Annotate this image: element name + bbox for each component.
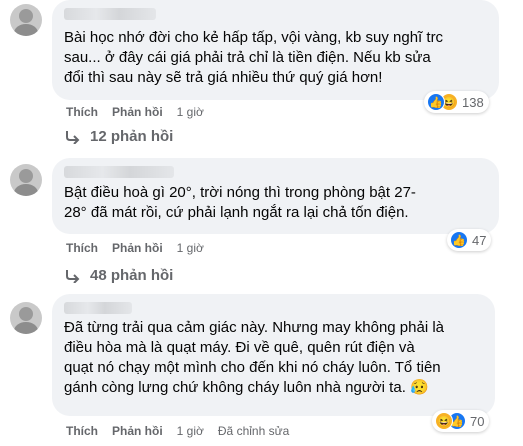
view-replies-button[interactable]: 48 phản hồi xyxy=(64,267,173,284)
avatar[interactable] xyxy=(10,302,42,334)
replies-label: 48 phản hồi xyxy=(90,267,174,284)
reaction-count: 138 xyxy=(462,94,484,110)
blurred-author-name[interactable] xyxy=(64,302,132,314)
blurred-author-name[interactable] xyxy=(64,8,156,20)
haha-icon: 😆 xyxy=(435,412,453,430)
reaction-summary[interactable]: 👍 47 xyxy=(447,229,492,251)
comment-actions: Thích Phản hồi 1 giờ xyxy=(66,241,218,255)
like-icon: 👍 xyxy=(450,231,468,249)
comment-text: Bật điều hoà gì 20°, trời nóng thì trong… xyxy=(64,184,416,221)
comment-actions: Thích Phản hồi 1 giờ Đã chỉnh sửa xyxy=(66,424,303,438)
reply-arrow-icon xyxy=(66,130,80,144)
reaction-count: 70 xyxy=(470,413,485,429)
comment-bubble: Bật điều hoà gì 20°, trời nóng thì trong… xyxy=(52,158,499,234)
avatar[interactable] xyxy=(10,4,42,36)
comment-text: Đã từng trải qua cảm giác này. Nhưng may… xyxy=(64,319,445,396)
reply-button[interactable]: Phản hồi xyxy=(112,424,163,438)
reply-button[interactable]: Phản hồi xyxy=(112,241,163,255)
blurred-author-name[interactable] xyxy=(64,166,174,178)
reaction-count: 47 xyxy=(472,232,487,248)
comment-bubble: Bài học nhớ đời cho kẻ hấp tấp, vội vàng… xyxy=(52,0,499,100)
reply-arrow-icon xyxy=(66,269,80,283)
timestamp[interactable]: 1 giờ xyxy=(177,424,204,438)
timestamp[interactable]: 1 giờ xyxy=(177,105,204,119)
comment-bubble: Đã từng trải qua cảm giác này. Nhưng may… xyxy=(52,294,495,416)
comment-actions: Thích Phản hồi 1 giờ xyxy=(66,105,218,119)
like-button[interactable]: Thích xyxy=(66,105,98,119)
timestamp[interactable]: 1 giờ xyxy=(177,241,204,255)
reaction-summary[interactable]: 👍 😆 138 xyxy=(424,91,489,113)
like-button[interactable]: Thích xyxy=(66,424,98,438)
sad-face-emoji: 😥 xyxy=(410,379,429,396)
avatar[interactable] xyxy=(10,164,42,196)
view-replies-button[interactable]: 12 phản hồi xyxy=(64,128,173,145)
reaction-summary[interactable]: 😆 👍 70 xyxy=(432,410,490,432)
replies-label: 12 phản hồi xyxy=(90,128,174,145)
comment-text: Bài học nhớ đời cho kẻ hấp tấp, vội vàng… xyxy=(64,29,444,86)
reply-button[interactable]: Phản hồi xyxy=(112,105,163,119)
like-button[interactable]: Thích xyxy=(66,241,98,255)
like-icon: 👍 xyxy=(427,93,445,111)
edited-label[interactable]: Đã chỉnh sửa xyxy=(218,424,289,438)
